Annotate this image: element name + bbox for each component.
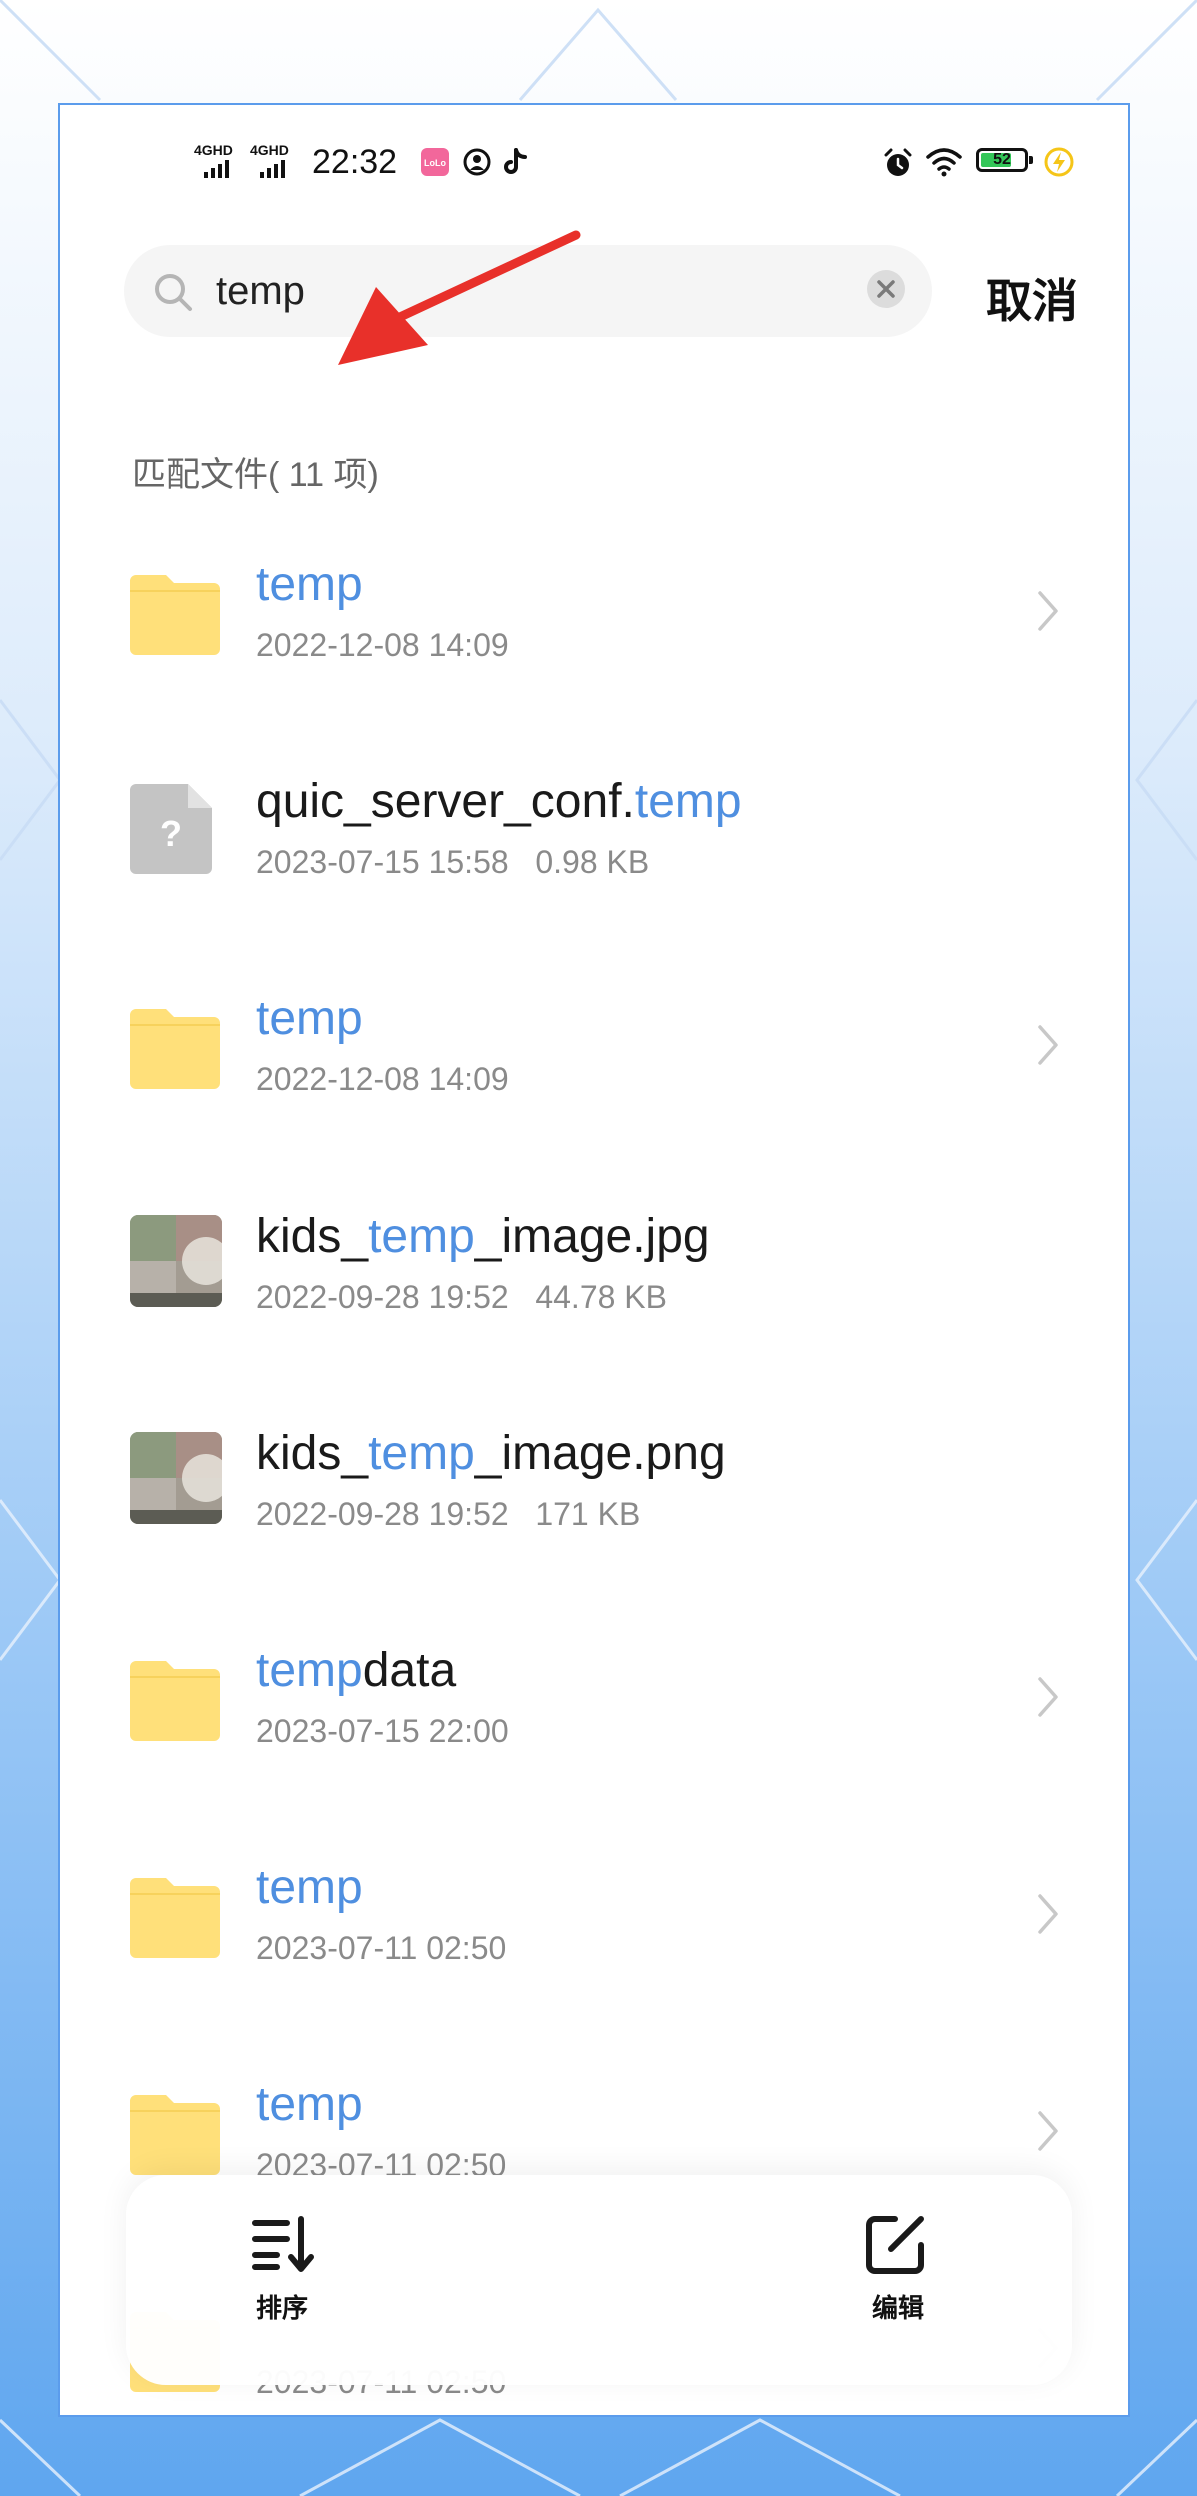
file-name-match: temp bbox=[634, 775, 742, 828]
tiktok-icon bbox=[504, 148, 527, 174]
folder-row[interactable]: temp 2023-07-11 02:50 bbox=[60, 1861, 1128, 2066]
file-meta: 2022-12-08 14:09 bbox=[256, 627, 509, 663]
file-meta: 2022-09-28 19:52 171 KB bbox=[256, 1496, 641, 1532]
chevron-right-icon bbox=[1038, 1025, 1058, 1065]
alarm-icon bbox=[884, 148, 912, 176]
file-name-prefix: quic_server_conf. bbox=[256, 775, 635, 828]
file-meta: 2023-07-15 15:58 0.98 KB bbox=[256, 844, 650, 880]
sync-icon bbox=[463, 148, 491, 176]
file-name-match: temp bbox=[256, 1644, 363, 1697]
file-row[interactable]: kids_temp_image.png 2022-09-28 19:52 171 … bbox=[60, 1427, 1128, 1632]
file-name-suffix: data bbox=[362, 1644, 457, 1697]
phone-screen: 4GHD 4GHD 22:32 LoLo 52 temp 取消 匹配文件(11… bbox=[58, 103, 1130, 2417]
cancel-button[interactable]: 取消 bbox=[986, 265, 1078, 331]
file-name: quic_server_conf.temp bbox=[256, 774, 742, 829]
image-thumbnail bbox=[130, 1215, 222, 1307]
svg-text:?: ? bbox=[160, 813, 182, 854]
signal-indicator-2: 4GHD bbox=[250, 143, 289, 178]
chevron-right-icon bbox=[1038, 1677, 1058, 1717]
search-icon bbox=[155, 274, 192, 311]
battery-level: 52 bbox=[993, 151, 1011, 168]
file-name-match: temp bbox=[256, 992, 363, 1045]
results-count: 匹配文件( 11 项) bbox=[132, 456, 379, 494]
file-meta: 2022-09-28 19:52 44.78 KB bbox=[256, 1279, 667, 1315]
file-name: kids_temp_image.jpg bbox=[256, 1209, 710, 1264]
file-meta: 2022-12-08 14:09 bbox=[256, 1061, 509, 1097]
folder-icon bbox=[130, 1661, 220, 1741]
file-name: tempdata bbox=[256, 1643, 456, 1698]
file-name-match: temp bbox=[256, 2078, 363, 2131]
file-name-match: temp bbox=[256, 1861, 363, 1914]
sort-label: 排序 bbox=[255, 2293, 308, 2323]
file-row[interactable]: ? quic_server_conf.temp 2023-07-15 15:58 0… bbox=[60, 775, 1128, 980]
folder-icon bbox=[130, 1009, 220, 1089]
chevron-right-icon bbox=[1038, 591, 1058, 631]
wifi-icon bbox=[926, 148, 962, 177]
image-thumbnail bbox=[130, 1432, 222, 1524]
file-name: temp bbox=[256, 557, 363, 612]
network-type-label: 4GHD bbox=[250, 142, 289, 158]
file-name: kids_temp_image.png bbox=[256, 1426, 726, 1481]
file-name-prefix: kids_ bbox=[256, 1427, 369, 1480]
file-name-match: temp bbox=[368, 1210, 475, 1263]
folder-row[interactable]: temp 2022-12-08 14:09 bbox=[60, 992, 1128, 1197]
folder-row[interactable]: temp 2022-12-08 14:09 bbox=[60, 558, 1128, 763]
folder-icon bbox=[130, 575, 220, 655]
status-bar: 4GHD 4GHD 22:32 LoLo 52 bbox=[60, 105, 1128, 215]
bottom-action-bar: 排序 编辑 bbox=[126, 2175, 1072, 2385]
clock: 22:32 bbox=[312, 143, 398, 181]
sort-icon bbox=[252, 2216, 314, 2272]
file-row[interactable]: kids_temp_image.jpg 2022-09-28 19:52 44.7… bbox=[60, 1210, 1128, 1415]
clear-search-icon[interactable] bbox=[866, 269, 906, 309]
file-name-suffix: _image.png bbox=[474, 1427, 726, 1480]
edit-label: 编辑 bbox=[871, 2293, 924, 2323]
svg-text:LoLo: LoLo bbox=[424, 158, 446, 168]
file-name-match: temp bbox=[368, 1427, 475, 1480]
unknown-file-icon: ? bbox=[130, 784, 212, 874]
network-type-label: 4GHD bbox=[194, 142, 233, 158]
edit-icon bbox=[866, 2216, 924, 2274]
battery-icon: 52 bbox=[976, 148, 1033, 172]
signal-bars-icon bbox=[260, 160, 285, 178]
sort-button[interactable]: 排序 bbox=[212, 2213, 352, 2325]
folder-row[interactable]: tempdata 2023-07-15 22:00 bbox=[60, 1644, 1128, 1849]
file-name-match: temp bbox=[256, 558, 363, 611]
file-meta: 2023-07-11 02:50 bbox=[256, 1930, 507, 1966]
file-name: temp bbox=[256, 991, 363, 1046]
chevron-right-icon bbox=[1038, 1894, 1058, 1934]
file-name: temp bbox=[256, 2077, 363, 2132]
app-notification-icon: LoLo bbox=[421, 148, 449, 176]
edit-button[interactable]: 编辑 bbox=[828, 2213, 968, 2325]
file-meta: 2023-07-15 22:00 bbox=[256, 1713, 509, 1749]
chevron-right-icon bbox=[1038, 2111, 1058, 2151]
file-name: temp bbox=[256, 1860, 363, 1915]
charging-icon bbox=[1044, 147, 1074, 177]
folder-icon bbox=[130, 1878, 220, 1958]
file-name-prefix: kids_ bbox=[256, 1210, 369, 1263]
file-name-suffix: _image.jpg bbox=[474, 1210, 710, 1263]
folder-icon bbox=[130, 2095, 220, 2175]
annotation-arrow bbox=[338, 230, 581, 365]
signal-indicator-1: 4GHD bbox=[194, 143, 233, 178]
signal-bars-icon bbox=[204, 160, 229, 178]
